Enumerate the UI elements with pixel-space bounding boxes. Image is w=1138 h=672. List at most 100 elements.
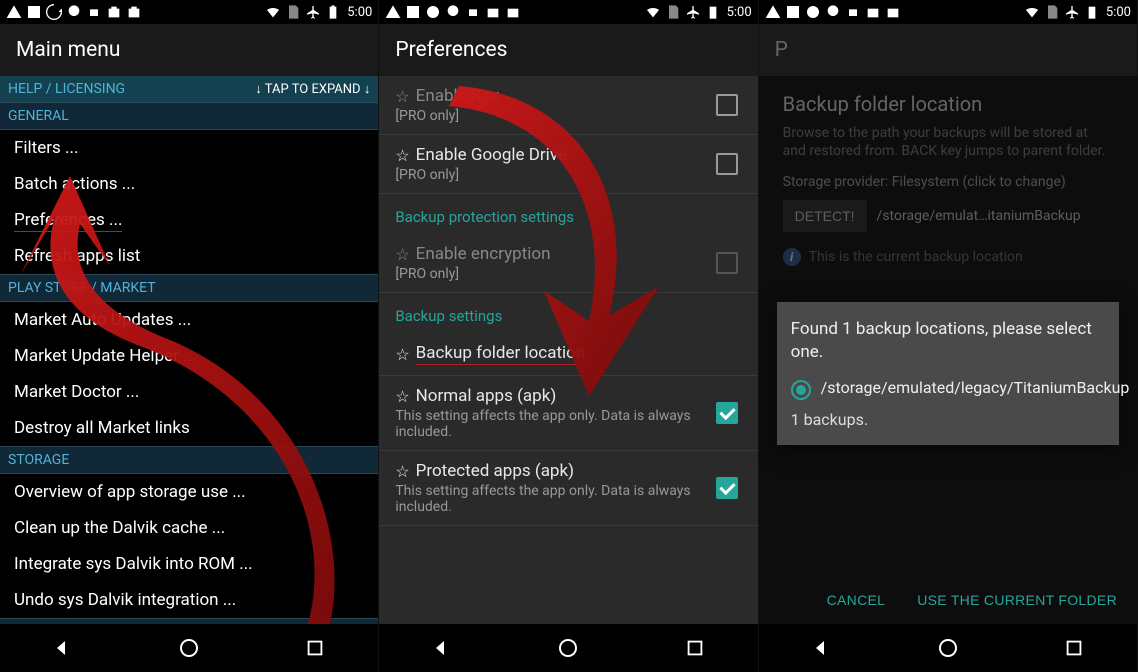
- clock: 5:00: [347, 5, 372, 20]
- nav-back-icon[interactable]: [43, 628, 83, 668]
- wifi-icon: [645, 4, 661, 20]
- menu-dalvik-undo[interactable]: Undo sys Dalvik integration ...: [0, 582, 378, 618]
- pref-sub-label: This setting affects the app only. Data …: [395, 483, 715, 515]
- star-icon: ☆: [395, 387, 409, 406]
- nav-home-icon[interactable]: [548, 628, 588, 668]
- backup-folder-screen: Backup folder location Browse to the pat…: [759, 76, 1137, 624]
- skull-icon: [66, 4, 82, 20]
- pref-title-label: Normal apps (apk): [416, 386, 557, 406]
- pref-sub-label: [PRO only]: [395, 108, 715, 124]
- star-icon: ☆: [395, 462, 409, 481]
- nav-recent-icon[interactable]: [1054, 628, 1094, 668]
- nav-recent-icon[interactable]: [295, 628, 335, 668]
- pref-enable-box[interactable]: ☆Enable Box [PRO only]: [379, 76, 757, 135]
- app-bar-title: Preferences: [379, 24, 757, 76]
- menu-destroy[interactable]: Destroy all Market links: [0, 410, 378, 446]
- battery-icon: [325, 4, 341, 20]
- menu-refresh[interactable]: Refresh apps list: [0, 238, 378, 274]
- nav-recent-icon[interactable]: [675, 628, 715, 668]
- section-storage: STORAGE: [0, 446, 378, 474]
- radio-option[interactable]: /storage/emulated/legacy/TitaniumBackup: [791, 378, 1105, 400]
- wifi-icon: [1024, 4, 1040, 20]
- nav-back-icon[interactable]: [802, 628, 842, 668]
- menu-batch[interactable]: Batch actions ...: [0, 166, 378, 202]
- airplane-icon: [1064, 4, 1080, 20]
- popup-message: Found 1 backup locations, please select …: [791, 318, 1105, 364]
- pref-sub-label: [PRO only]: [395, 266, 715, 282]
- main-menu-list: HELP / LICENSING ↓ TAP TO EXPAND ↓ GENER…: [0, 76, 378, 624]
- sync-icon: [425, 4, 441, 20]
- nosim-icon: [285, 4, 301, 20]
- pref-normal-apps[interactable]: ☆Normal apps (apk) This setting affects …: [379, 376, 757, 451]
- radio-label: /storage/emulated/legacy/TitaniumBackup: [821, 378, 1130, 399]
- nosim-icon: [1044, 4, 1060, 20]
- sync-icon: [805, 4, 821, 20]
- image-icon: [26, 4, 42, 20]
- android-icon: [465, 4, 481, 20]
- checkbox-checked[interactable]: [716, 402, 738, 424]
- shop2-icon: [885, 4, 901, 20]
- found-backups-popup: Found 1 backup locations, please select …: [777, 302, 1119, 445]
- preferences-list[interactable]: ☆Enable Box [PRO only] ☆Enable Google Dr…: [379, 76, 757, 624]
- tap-expand-label: ↓ TAP TO EXPAND ↓: [255, 81, 370, 97]
- pref-protected-apps[interactable]: ☆ Protected apps (apk) This setting affec…: [379, 451, 757, 526]
- clock: 5:00: [727, 5, 752, 20]
- menu-auto-updates[interactable]: Market Auto Updates ...: [0, 302, 378, 338]
- app-bar-title-dim: P: [759, 24, 1137, 76]
- nav-home-icon[interactable]: [928, 628, 968, 668]
- menu-doctor[interactable]: Market Doctor ...: [0, 374, 378, 410]
- battery-icon: [705, 4, 721, 20]
- pref-enable-gdrive[interactable]: ☆Enable Google Drive [PRO only]: [379, 135, 757, 194]
- use-current-button[interactable]: USE THE CURRENT FOLDER: [913, 582, 1121, 618]
- cancel-button[interactable]: CANCEL: [823, 582, 890, 618]
- help-licensing-row[interactable]: HELP / LICENSING ↓ TAP TO EXPAND ↓: [0, 76, 378, 102]
- pref-enable-encryption: ☆ Enable encryption [PRO only]: [379, 234, 757, 293]
- menu-dalvik-clean[interactable]: Clean up the Dalvik cache ...: [0, 510, 378, 546]
- menu-storage-overview[interactable]: Overview of app storage use ...: [0, 474, 378, 510]
- shop2-icon: [126, 4, 142, 20]
- checkbox-checked[interactable]: [716, 477, 738, 499]
- menu-filters[interactable]: Filters ...: [0, 130, 378, 166]
- wifi-icon: [265, 4, 281, 20]
- clock: 5:00: [1106, 5, 1131, 20]
- nav-back-icon[interactable]: [422, 628, 462, 668]
- nosim-icon: [665, 4, 681, 20]
- nav-bar: [379, 624, 757, 672]
- status-bar: 5:00: [0, 0, 378, 24]
- warning-icon: [6, 4, 22, 20]
- skull-icon: [445, 4, 461, 20]
- checkbox[interactable]: [716, 94, 738, 116]
- panel-preferences: 5:00 Preferences ☆Enable Box [PRO only] …: [379, 0, 758, 672]
- status-bar: 5:00: [379, 0, 757, 24]
- star-icon: ☆: [395, 245, 409, 264]
- help-label: HELP / LICENSING: [8, 81, 125, 97]
- nav-bar: [759, 624, 1137, 672]
- menu-dalvik-integrate[interactable]: Integrate sys Dalvik into ROM ...: [0, 546, 378, 582]
- group-backup: Backup settings: [379, 293, 757, 333]
- star-icon: ☆: [395, 345, 409, 364]
- airplane-icon: [685, 4, 701, 20]
- nav-home-icon[interactable]: [169, 628, 209, 668]
- pref-sub-label: [PRO only]: [395, 167, 715, 183]
- pref-title-label: Backup folder location: [416, 343, 586, 365]
- android-icon: [86, 4, 102, 20]
- menu-update-helper[interactable]: Market Update Helper ...: [0, 338, 378, 374]
- checkbox[interactable]: [716, 153, 738, 175]
- radio-selected-icon[interactable]: [791, 380, 811, 400]
- star-icon: ☆: [395, 87, 409, 106]
- backups-count: 1 backups.: [791, 410, 1105, 429]
- menu-preferences[interactable]: Preferences ...: [0, 202, 378, 238]
- warning-icon: [765, 4, 781, 20]
- pref-backup-folder[interactable]: ☆ Backup folder location: [379, 333, 757, 376]
- shop2-icon: [505, 4, 521, 20]
- shop-icon: [106, 4, 122, 20]
- warning-icon: [385, 4, 401, 20]
- section-playstore: PLAY STORE / MARKET: [0, 274, 378, 302]
- shop-icon: [865, 4, 881, 20]
- pref-title-label: Enable encryption: [416, 244, 551, 264]
- sync-icon: [46, 4, 62, 20]
- panel-backup-folder: 5:00 P Backup folder location Browse to …: [759, 0, 1138, 672]
- pref-title-label: Protected apps (apk): [416, 461, 574, 481]
- airplane-icon: [305, 4, 321, 20]
- status-bar: 5:00: [759, 0, 1137, 24]
